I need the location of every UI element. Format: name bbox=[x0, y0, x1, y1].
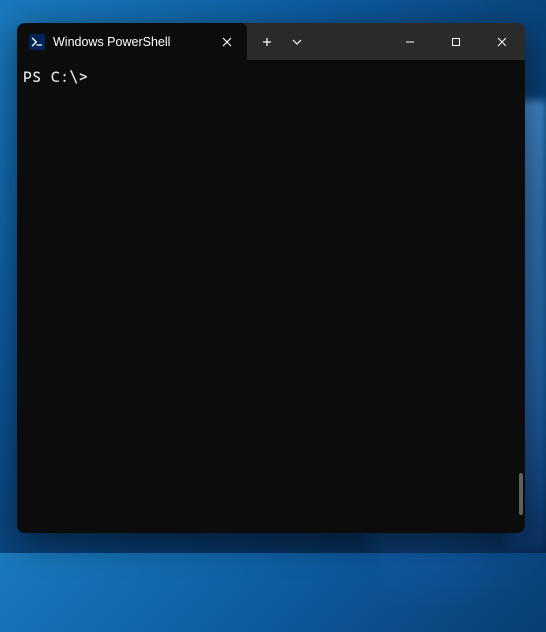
tab-actions bbox=[247, 23, 313, 60]
terminal-content-area[interactable]: PS C:\> bbox=[17, 60, 525, 533]
tab-title: Windows PowerShell bbox=[53, 35, 209, 49]
close-window-button[interactable] bbox=[479, 23, 525, 60]
scrollbar-thumb[interactable] bbox=[519, 473, 523, 515]
tab-close-button[interactable] bbox=[217, 32, 237, 52]
minimize-button[interactable] bbox=[387, 23, 433, 60]
terminal-window: Windows PowerShell bbox=[17, 23, 525, 533]
tab-dropdown-button[interactable] bbox=[285, 28, 309, 56]
shell-prompt: PS C:\> bbox=[23, 68, 97, 86]
prompt-line: PS C:\> bbox=[23, 68, 519, 86]
powershell-icon bbox=[29, 34, 45, 50]
window-titlebar[interactable]: Windows PowerShell bbox=[17, 23, 525, 60]
titlebar-drag-area[interactable] bbox=[313, 23, 387, 60]
window-controls bbox=[387, 23, 525, 60]
new-tab-button[interactable] bbox=[251, 28, 283, 56]
maximize-button[interactable] bbox=[433, 23, 479, 60]
tab-powershell[interactable]: Windows PowerShell bbox=[17, 23, 247, 60]
